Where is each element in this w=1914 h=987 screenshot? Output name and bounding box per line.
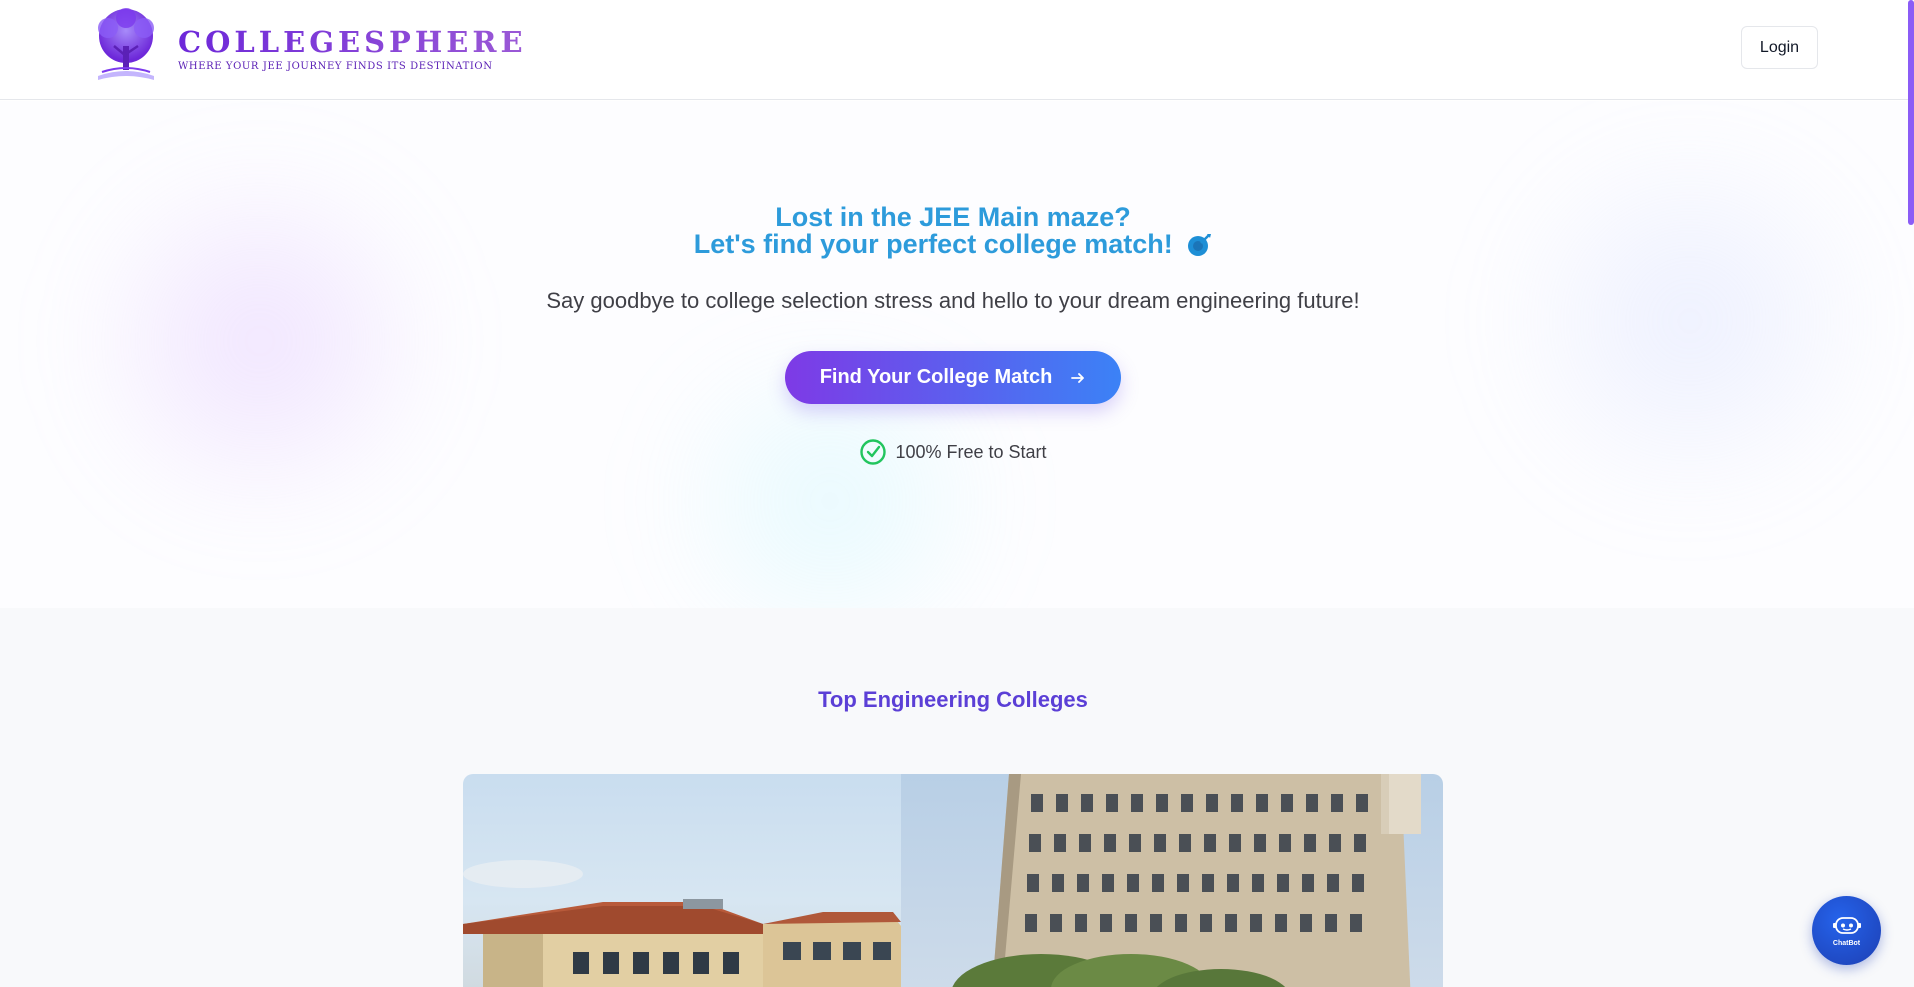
college-carousel[interactable]	[463, 774, 1443, 987]
chatbot-button[interactable]: ChatBot	[1812, 896, 1881, 965]
check-circle-icon	[860, 439, 887, 465]
hero-headline: Lost in the JEE Main maze? Let's find yo…	[0, 204, 1906, 258]
scrollbar-thumb[interactable]	[1908, 0, 1914, 225]
top-colleges-section: Top Engineering Colleges	[0, 608, 1914, 987]
target-emoji-icon	[1188, 234, 1212, 256]
find-college-match-button[interactable]: Find Your College Match	[785, 351, 1121, 404]
site-header: COLLEGESPHERE WHERE YOUR JEE JOURNEY FIN…	[0, 0, 1914, 100]
college-building-image	[463, 860, 901, 987]
brand-logo[interactable]: COLLEGESPHERE WHERE YOUR JEE JOURNEY FIN…	[88, 6, 527, 90]
brand-tagline: WHERE YOUR JEE JOURNEY FINDS ITS DESTINA…	[178, 60, 493, 72]
section-title: Top Engineering Colleges	[818, 687, 1088, 712]
cta-label: Find Your College Match	[819, 366, 1053, 388]
chatbot-label: ChatBot	[1832, 939, 1861, 947]
brand-name: COLLEGESPHERE	[178, 24, 527, 59]
robot-face-icon	[1832, 916, 1861, 934]
free-note: 100% Free to Start	[0, 438, 1906, 466]
college-photo	[463, 774, 901, 987]
hero-subheadline: Say goodbye to college selection stress …	[546, 288, 1360, 313]
arrow-right-icon	[1071, 372, 1085, 383]
headline-line-2: Let's find your perfect college match!	[693, 229, 1173, 259]
free-note-text: 100% Free to Start	[895, 441, 1047, 462]
tree-logo-icon	[98, 8, 154, 80]
college-photo	[901, 774, 1443, 987]
college-tower-image	[952, 774, 1421, 987]
page-scrollbar[interactable]	[1906, 0, 1914, 987]
hero-section: Lost in the JEE Main maze? Let's find yo…	[0, 101, 1914, 608]
headline-line-1: Lost in the JEE Main maze?	[775, 202, 1131, 232]
login-button[interactable]: Login	[1741, 26, 1818, 69]
